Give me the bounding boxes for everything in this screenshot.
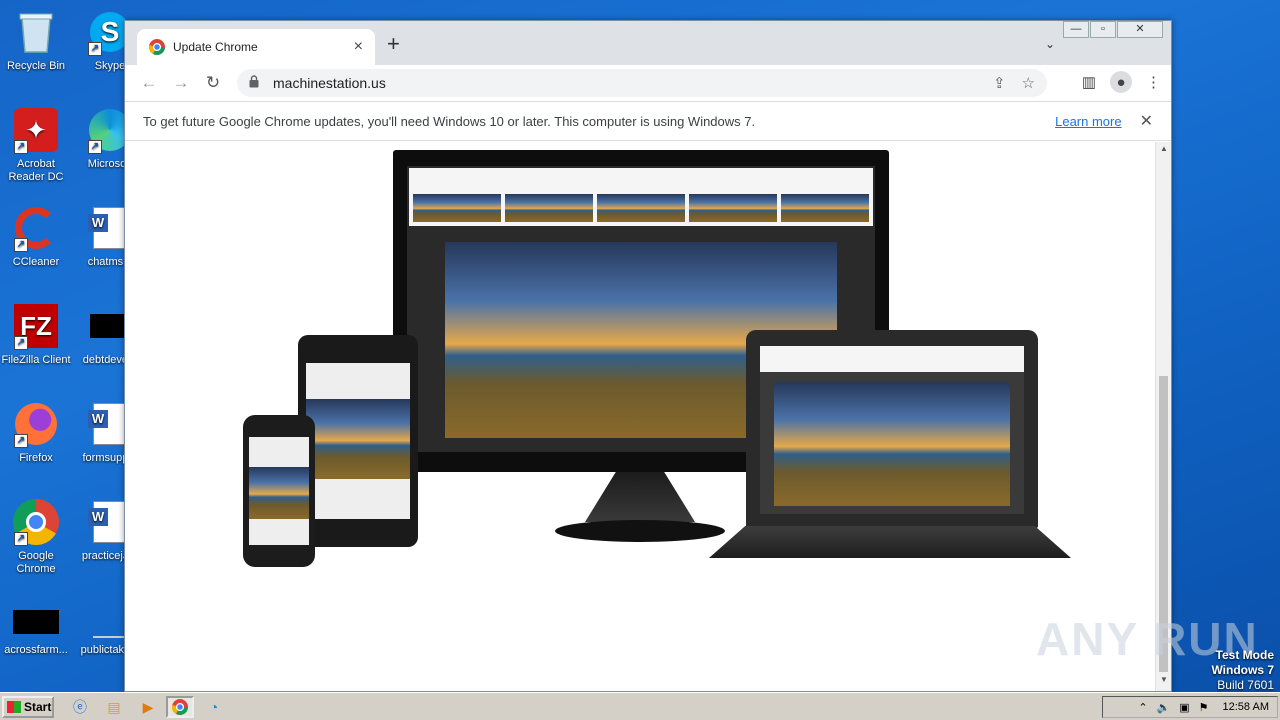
desktop-icon-label: CCleaner <box>12 256 60 268</box>
forward-arrow-icon[interactable]: → <box>165 73 197 93</box>
tray-flag-icon[interactable]: ⚑ <box>1199 701 1209 714</box>
desktop-icon-recycle-bin[interactable]: Recycle Bin <box>0 8 72 73</box>
desktop-icon-label: Google Chrome <box>16 550 56 575</box>
desktop-icon-acrobat[interactable]: ✦ ↗ Acrobat Reader DC <box>0 106 72 184</box>
chrome-window: Update Chrome × + ⌄ — ▫ ✕ ← → ↻ machines… <box>124 20 1172 692</box>
tray-clock[interactable]: 12:58 AM <box>1223 701 1269 713</box>
tab-close-icon[interactable]: × <box>354 38 363 56</box>
shortcut-arrow-icon: ↗ <box>14 238 28 252</box>
ccleaner-icon: ↗ <box>12 204 60 252</box>
learn-more-link[interactable]: Learn more <box>1055 114 1121 129</box>
filezilla-icon: FZ ↗ <box>12 302 60 350</box>
tablet-illustration <box>298 335 418 547</box>
shortcut-arrow-icon: ↗ <box>88 42 102 56</box>
shortcut-arrow-icon: ↗ <box>14 434 28 448</box>
share-icon[interactable]: ⇪ <box>993 74 1006 92</box>
update-infobar: To get future Google Chrome updates, you… <box>125 101 1171 141</box>
laptop-illustration <box>746 330 1038 528</box>
back-arrow-icon[interactable]: ← <box>133 73 165 93</box>
menu-kebab-icon[interactable]: ⋮ <box>1146 73 1161 91</box>
infobar-close-icon[interactable]: ✕ <box>1140 111 1153 131</box>
desktop-icon-acrossfarm[interactable]: acrossfarm... <box>0 604 72 657</box>
recycle-bin-icon <box>12 8 60 56</box>
toolbar-right: ▥ ● ⋮ <box>1068 71 1161 93</box>
bookmark-star-icon[interactable]: ☆ <box>1022 74 1035 92</box>
tab-update-chrome[interactable]: Update Chrome × <box>137 29 375 65</box>
desktop-icon-label: FileZilla Client <box>1 354 71 366</box>
maximize-button[interactable]: ▫ <box>1090 21 1116 38</box>
vertical-scrollbar[interactable]: ▲ ▼ <box>1155 142 1171 691</box>
tray-volume-icon[interactable]: 🔈 <box>1157 701 1171 714</box>
chrome-favicon-icon <box>148 39 165 55</box>
new-tab-button[interactable]: + <box>387 33 400 55</box>
firefox-icon: ↗ <box>12 400 60 448</box>
browser-toolbar: ← → ↻ machinestation.us ⇪ ☆ ▥ ● ⋮ <box>125 65 1171 101</box>
window-controls: — ▫ ✕ <box>1062 21 1163 38</box>
title-bar: Update Chrome × + ⌄ — ▫ ✕ <box>125 21 1171 65</box>
test-mode-line3: Build 7601 <box>1217 678 1274 692</box>
system-tray: ⌃ 🔈 ▣ ⚑ 12:58 AM <box>1102 696 1278 718</box>
reload-icon[interactable]: ↻ <box>197 73 229 93</box>
desktop-icon-google-chrome[interactable]: ↗ Google Chrome <box>0 498 72 576</box>
shortcut-arrow-icon: ↗ <box>14 532 28 546</box>
tray-network-icon[interactable]: ▣ <box>1179 701 1189 714</box>
acrobat-icon: ✦ ↗ <box>12 106 60 154</box>
desktop-icon-label: acrossfarm... <box>4 644 68 656</box>
black-file-icon <box>12 604 60 640</box>
chrome-icon: ↗ <box>12 498 60 546</box>
page-viewport <box>125 142 1155 691</box>
test-mode-notice: Test Mode Windows 7 Build 7601 <box>1211 648 1274 693</box>
start-label: Start <box>24 700 52 714</box>
desktop-icon-ccleaner[interactable]: ↗ CCleaner <box>0 204 72 269</box>
monitor-stand <box>585 472 695 522</box>
tab-search-chevron-icon[interactable]: ⌄ <box>1045 37 1055 51</box>
scroll-up-arrow-icon[interactable]: ▲ <box>1156 144 1172 158</box>
test-mode-line2: Windows 7 <box>1211 663 1274 677</box>
desktop-icon-label: Acrobat Reader DC <box>8 158 64 183</box>
profile-avatar-icon[interactable]: ● <box>1110 71 1132 93</box>
desktop-icon-label: Firefox <box>19 452 53 464</box>
taskbar-ie-icon[interactable]: ⓔ <box>66 696 94 718</box>
phone-illustration <box>243 415 315 567</box>
taskbar: Start ⓔ ▤ ▶ ◔ ⌃ 🔈 ▣ ⚑ 12:58 AM <box>0 692 1280 720</box>
lock-icon[interactable] <box>249 75 263 91</box>
shortcut-arrow-icon: ↗ <box>14 140 28 154</box>
shortcut-arrow-icon: ↗ <box>14 336 28 350</box>
side-panel-icon[interactable]: ▥ <box>1082 73 1096 91</box>
close-window-button[interactable]: ✕ <box>1117 21 1163 38</box>
monitor-stand-base <box>555 520 725 542</box>
desktop-icon-label: Recycle Bin <box>6 60 66 72</box>
taskbar-media-player-icon[interactable]: ▶ <box>134 696 162 718</box>
shortcut-arrow-icon: ↗ <box>88 140 102 154</box>
taskbar-chrome-icon[interactable] <box>166 696 194 718</box>
taskbar-explorer-icon[interactable]: ▤ <box>100 696 128 718</box>
desktop-icon-filezilla[interactable]: FZ ↗ FileZilla Client <box>0 302 72 367</box>
minimize-button[interactable]: — <box>1063 21 1089 38</box>
start-button[interactable]: Start <box>2 696 54 718</box>
desktop-icon-firefox[interactable]: ↗ Firefox <box>0 400 72 465</box>
windows-flag-icon <box>7 701 21 713</box>
tab-title: Update Chrome <box>173 40 258 54</box>
taskbar-edge-icon[interactable]: ◔ <box>200 696 228 718</box>
address-bar[interactable]: machinestation.us ⇪ ☆ <box>237 69 1047 97</box>
scroll-down-arrow-icon[interactable]: ▼ <box>1156 675 1172 689</box>
infobar-message: To get future Google Chrome updates, you… <box>143 113 756 129</box>
url-text[interactable]: machinestation.us <box>273 75 977 91</box>
laptop-base <box>709 526 1071 558</box>
tray-expand-icon[interactable]: ⌃ <box>1138 701 1147 714</box>
test-mode-line1: Test Mode <box>1215 648 1274 662</box>
